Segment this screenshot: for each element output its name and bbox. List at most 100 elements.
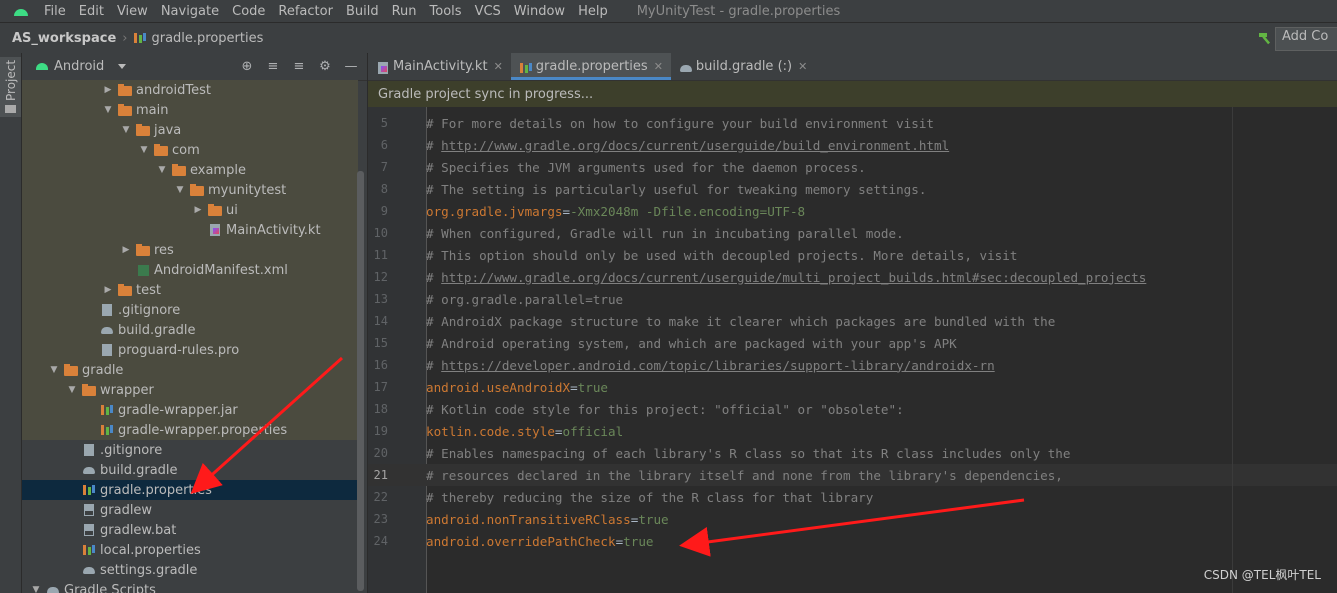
menu-refactor[interactable]: Refactor — [278, 4, 333, 19]
url-link[interactable]: http://www.gradle.org/docs/current/userg… — [441, 138, 949, 153]
code-line: 21 # resources declared in the library it… — [368, 464, 1337, 486]
menu-help[interactable]: Help — [578, 4, 608, 19]
line-number: 12 — [373, 270, 388, 284]
menu-run[interactable]: Run — [392, 4, 417, 19]
code-line: 11 # This option should only be used with… — [368, 244, 1337, 266]
close-tab-icon[interactable]: ✕ — [798, 60, 807, 73]
code-line: 20 # Enables namespacing of each library'… — [368, 442, 1337, 464]
close-tab-icon[interactable]: ✕ — [494, 60, 503, 73]
bars-icon — [82, 483, 96, 497]
chevron-down-icon[interactable]: ▼ — [156, 164, 168, 176]
editor-tab[interactable]: MainActivity.kt ✕ — [368, 53, 511, 80]
chevron-right-icon[interactable]: ▶ — [192, 204, 204, 216]
tree-item[interactable]: AndroidManifest.xml — [22, 260, 358, 280]
code-line: 5 # For more details on how to configure … — [368, 112, 1337, 134]
chevron-right-icon[interactable]: ▶ — [102, 284, 114, 296]
tree-item[interactable]: ▼ Gradle Scripts — [22, 580, 358, 593]
tree-item[interactable]: ▼ main — [22, 100, 358, 120]
comment-text: # For more details on how to configure y… — [426, 115, 934, 131]
menu-tools[interactable]: Tools — [430, 4, 462, 19]
collapse-all-icon[interactable]: ≡ — [291, 58, 307, 74]
kotlin-icon — [208, 223, 222, 237]
code-editor[interactable]: 5 # For more details on how to configure … — [368, 107, 1337, 593]
gradle-icon — [100, 323, 114, 337]
chevron-down-icon[interactable]: ▼ — [48, 364, 60, 376]
tree-item[interactable]: proguard-rules.pro — [22, 340, 358, 360]
chevron-down-icon[interactable]: ▼ — [102, 104, 114, 116]
hide-panel-icon[interactable]: — — [343, 58, 359, 74]
url-link[interactable]: https://developer.android.com/topic/libr… — [441, 358, 995, 373]
code-line: 17 android.useAndroidX=true — [368, 376, 1337, 398]
tree-item[interactable]: ▶ androidTest — [22, 80, 358, 100]
line-number: 8 — [380, 182, 388, 196]
tree-item[interactable]: build.gradle — [22, 320, 358, 340]
tree-item[interactable]: ▼ java — [22, 120, 358, 140]
project-tree-scrollbar[interactable] — [357, 171, 364, 591]
menu-build[interactable]: Build — [346, 4, 379, 19]
tree-item[interactable]: gradle-wrapper.jar — [22, 400, 358, 420]
chevron-down-icon[interactable]: ▼ — [174, 184, 186, 196]
tree-item[interactable]: ▼ myunitytest — [22, 180, 358, 200]
tree-item-label: gradle.properties — [100, 482, 212, 498]
project-view-selector[interactable]: Android — [54, 59, 104, 74]
tree-item[interactable]: ▶ ui — [22, 200, 358, 220]
tree-item[interactable]: .gitignore — [22, 300, 358, 320]
editor-tab-label: gradle.properties — [535, 59, 648, 74]
menu-window[interactable]: Window — [514, 4, 565, 19]
tree-item[interactable]: ▼ com — [22, 140, 358, 160]
tree-item-label: proguard-rules.pro — [118, 342, 240, 358]
add-configuration-button[interactable]: Add Co — [1275, 27, 1337, 51]
menu-code[interactable]: Code — [232, 4, 265, 19]
tree-item[interactable]: settings.gradle — [22, 560, 358, 580]
chevron-down-icon[interactable]: ▼ — [66, 384, 78, 396]
menu-file[interactable]: File — [44, 4, 66, 19]
tree-item-label: example — [190, 162, 246, 178]
tree-item[interactable]: ▶ res — [22, 240, 358, 260]
chevron-down-icon[interactable]: ▼ — [120, 124, 132, 136]
tree-item[interactable]: local.properties — [22, 540, 358, 560]
chevron-down-icon[interactable] — [118, 64, 127, 69]
tree-item[interactable]: gradle-wrapper.properties — [22, 420, 358, 440]
chevron-down-icon[interactable]: ▼ — [30, 584, 42, 593]
url-link[interactable]: http://www.gradle.org/docs/current/userg… — [441, 270, 1146, 285]
chevron-down-icon[interactable]: ▼ — [138, 144, 150, 156]
menu-edit[interactable]: Edit — [79, 4, 104, 19]
code-text: # For more details on how to configure y… — [426, 116, 934, 131]
menu-navigate[interactable]: Navigate — [161, 4, 219, 19]
chevron-right-icon[interactable]: ▶ — [120, 244, 132, 256]
close-tab-icon[interactable]: ✕ — [654, 60, 663, 73]
tree-item[interactable]: ▼ gradle — [22, 360, 358, 380]
tree-item[interactable]: ▶ test — [22, 280, 358, 300]
tree-item[interactable]: gradlew — [22, 500, 358, 520]
tree-item[interactable]: .gitignore — [22, 440, 358, 460]
menu-view[interactable]: View — [117, 4, 148, 19]
code-line: 6 # http://www.gradle.org/docs/current/us… — [368, 134, 1337, 156]
tree-item[interactable]: ▼ wrapper — [22, 380, 358, 400]
gear-icon[interactable]: ⚙ — [317, 58, 333, 74]
code-text: # AndroidX package structure to make it … — [426, 314, 1055, 329]
breadcrumb-file[interactable]: gradle.properties — [133, 31, 263, 46]
breadcrumb-workspace[interactable]: AS_workspace — [12, 31, 116, 46]
code-text: org.gradle.jvmargs=-Xmx2048m -Dfile.enco… — [426, 204, 805, 219]
tree-item-label: gradlew — [100, 502, 153, 518]
tree-item[interactable]: gradle.properties — [22, 480, 358, 500]
code-line: 7 # Specifies the JVM arguments used for … — [368, 156, 1337, 178]
tree-item-label: main — [136, 102, 169, 118]
tree-item[interactable]: ▼ example — [22, 160, 358, 180]
tree-item[interactable]: build.gradle — [22, 460, 358, 480]
tree-item[interactable]: gradlew.bat — [22, 520, 358, 540]
expand-all-icon[interactable]: ≡ — [265, 58, 281, 74]
build-hammer-icon[interactable] — [1257, 31, 1271, 45]
tree-item-label: settings.gradle — [100, 562, 198, 578]
locate-file-icon[interactable]: ⊕ — [239, 58, 255, 74]
menu-vcs[interactable]: VCS — [475, 4, 501, 19]
editor-tab[interactable]: gradle.properties ✕ — [510, 53, 672, 80]
editor-tab[interactable]: build.gradle (:) ✕ — [671, 53, 815, 80]
shell-icon — [82, 523, 96, 537]
tree-item[interactable]: MainActivity.kt — [22, 220, 358, 240]
chevron-right-icon[interactable]: ▶ — [102, 84, 114, 96]
tree-item-label: Gradle Scripts — [64, 582, 156, 593]
comment-text: # thereby reducing the size of the R cla… — [426, 489, 874, 505]
